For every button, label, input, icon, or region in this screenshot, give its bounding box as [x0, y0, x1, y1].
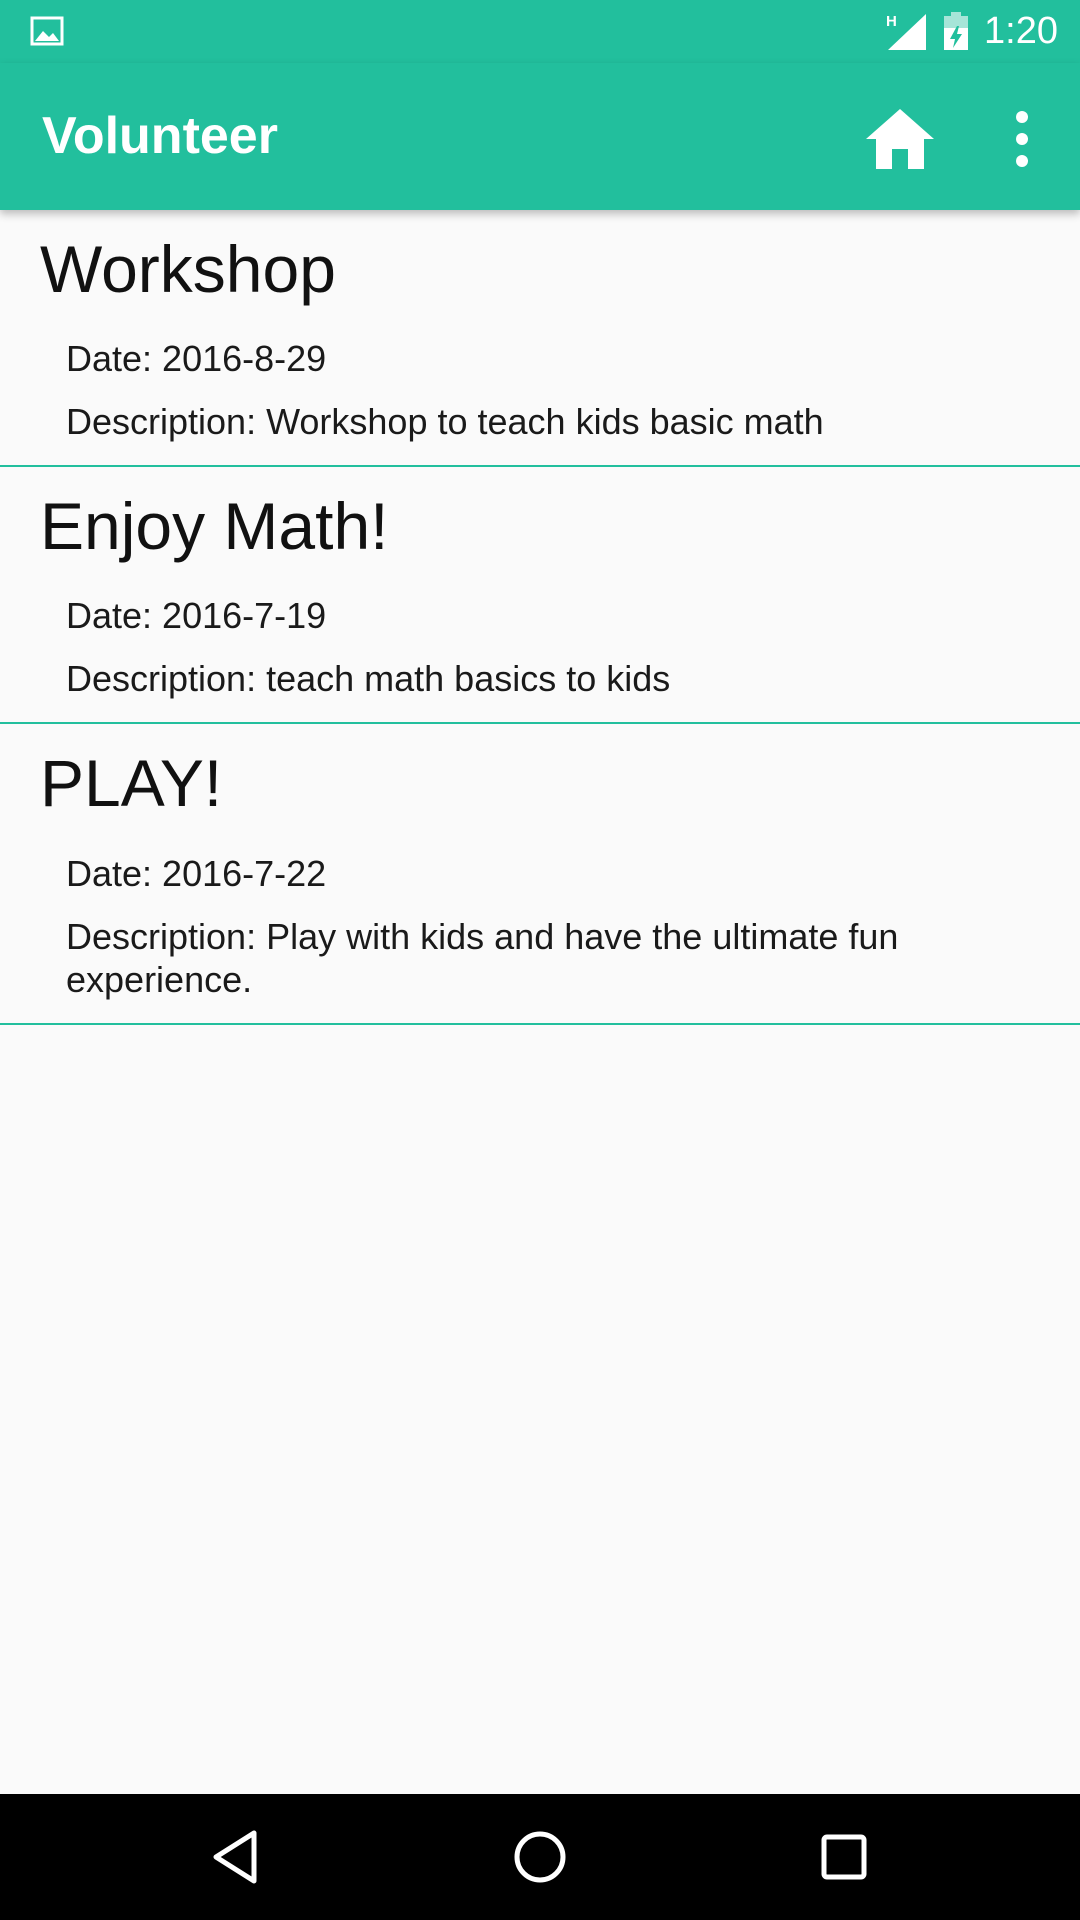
event-list: Workshop Date: 2016-8-29 Description: Wo…	[0, 210, 1080, 1025]
home-icon[interactable]	[860, 99, 940, 179]
event-date: Date: 2016-8-29	[66, 338, 327, 380]
more-vert-icon[interactable]	[1002, 99, 1042, 179]
navigation-bar	[0, 1794, 1080, 1920]
event-date: Date: 2016-7-22	[66, 852, 327, 894]
event-description: Description: teach math basics to kids	[66, 658, 671, 700]
event-date: Date: 2016-7-19	[66, 595, 327, 637]
event-title: Workshop	[40, 232, 336, 306]
event-title: Enjoy Math!	[40, 489, 389, 564]
event-list-item[interactable]: PLAY! Date: 2016-7-22 Description: Play …	[0, 724, 1080, 1025]
event-list-item[interactable]: Workshop Date: 2016-8-29 Description: Wo…	[0, 210, 1080, 468]
event-description: Description: Workshop to teach kids basi…	[66, 401, 824, 443]
status-time: 1:20	[984, 10, 1058, 52]
home-circle-icon[interactable]	[508, 1825, 572, 1889]
image-icon	[30, 16, 64, 46]
event-title: PLAY!	[40, 746, 223, 821]
recents-icon[interactable]	[812, 1825, 876, 1889]
status-bar: H 1:20	[0, 0, 1080, 63]
back-icon[interactable]	[204, 1825, 268, 1889]
app-bar: Volunteer	[0, 63, 1080, 210]
signal-icon: H	[886, 13, 927, 50]
event-list-item[interactable]: Enjoy Math! Date: 2016-7-19 Description:…	[0, 467, 1080, 725]
network-type-label: H	[886, 13, 897, 30]
battery-icon	[944, 11, 969, 50]
screen: H 1:20 Volunteer Workshop Date: 2016-8-2…	[0, 0, 1080, 1920]
status-right-group: H 1:20	[884, 0, 1058, 63]
event-description: Description: Play with kids and have the…	[66, 915, 899, 1000]
app-title: Volunteer	[42, 107, 278, 165]
